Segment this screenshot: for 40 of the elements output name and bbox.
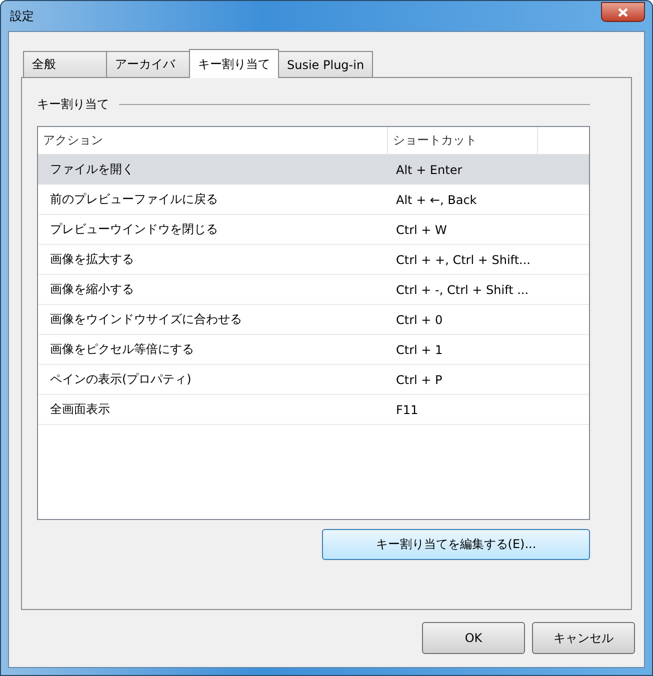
ok-button[interactable]: OK [422,622,525,654]
table-row[interactable]: 画像を拡大する Ctrl + +, Ctrl + Shift... [38,245,589,275]
cancel-button[interactable]: キャンセル [532,622,635,654]
column-header[interactable]: アクション [38,127,388,154]
table-cell-text: 画像をウインドウサイズに合わせる [49,311,243,328]
table-cell-text: ファイルを開く [49,161,135,178]
table-cell-text: 画像を縮小する [49,281,135,298]
table-row[interactable]: 前のプレビューファイルに戻る Alt + ←, Back [38,185,589,215]
table-row[interactable]: ペインの表示(プロパティ) Ctrl + P [38,365,589,395]
table-cell-text: 全画面表示 [49,401,111,418]
tab[interactable]: アーカイバ [106,51,190,77]
table-cell-text: Ctrl + 1 [395,342,443,356]
tab[interactable]: Susie Plug-in [278,51,374,77]
window-title: 設定 [9,8,34,24]
close-button[interactable] [601,2,645,22]
table-cell-text: プレビューウインドウを閉じる [49,221,219,238]
table-row[interactable]: 画像を縮小する Ctrl + -, Ctrl + Shift ... [38,275,589,305]
tab[interactable]: 全般 [23,51,107,77]
table-cell-text: Ctrl + -, Ctrl + Shift ... [395,282,529,296]
table-row[interactable]: プレビューウインドウを閉じる Ctrl + W [38,215,589,245]
tab[interactable]: キー割り当て [189,49,279,78]
table-row[interactable]: 全画面表示 F11 [38,395,589,425]
table-cell-text: 画像を拡大する [49,251,135,268]
group-title: キー割り当て [37,96,109,112]
table-cell-text: 前のプレビューファイルに戻る [49,191,219,208]
table-cell-text: Ctrl + +, Ctrl + Shift... [395,252,530,266]
table-row[interactable]: 画像をピクセル等倍にする Ctrl + 1 [38,335,589,365]
table-cell-text: Ctrl + P [395,372,442,386]
table-cell-text: Alt + Enter [395,162,462,176]
table-cell-text: 画像をピクセル等倍にする [49,341,195,358]
table-cell-text: Alt + ←, Back [395,192,477,206]
table-cell-text: Ctrl + W [395,222,447,236]
close-icon [618,8,628,16]
table-cell-text: ペインの表示(プロパティ) [49,371,192,388]
table-row[interactable]: 画像をウインドウサイズに合わせる Ctrl + 0 [38,305,589,335]
table-row[interactable]: ファイルを開く Alt + Enter [38,155,589,185]
column-header[interactable]: ショートカット [388,127,538,154]
table-cell-text: Ctrl + 0 [395,312,443,326]
table-cell-text: F11 [395,402,418,416]
edit-shortcuts-button[interactable]: キー割り当てを編集する(E)... [322,529,590,560]
